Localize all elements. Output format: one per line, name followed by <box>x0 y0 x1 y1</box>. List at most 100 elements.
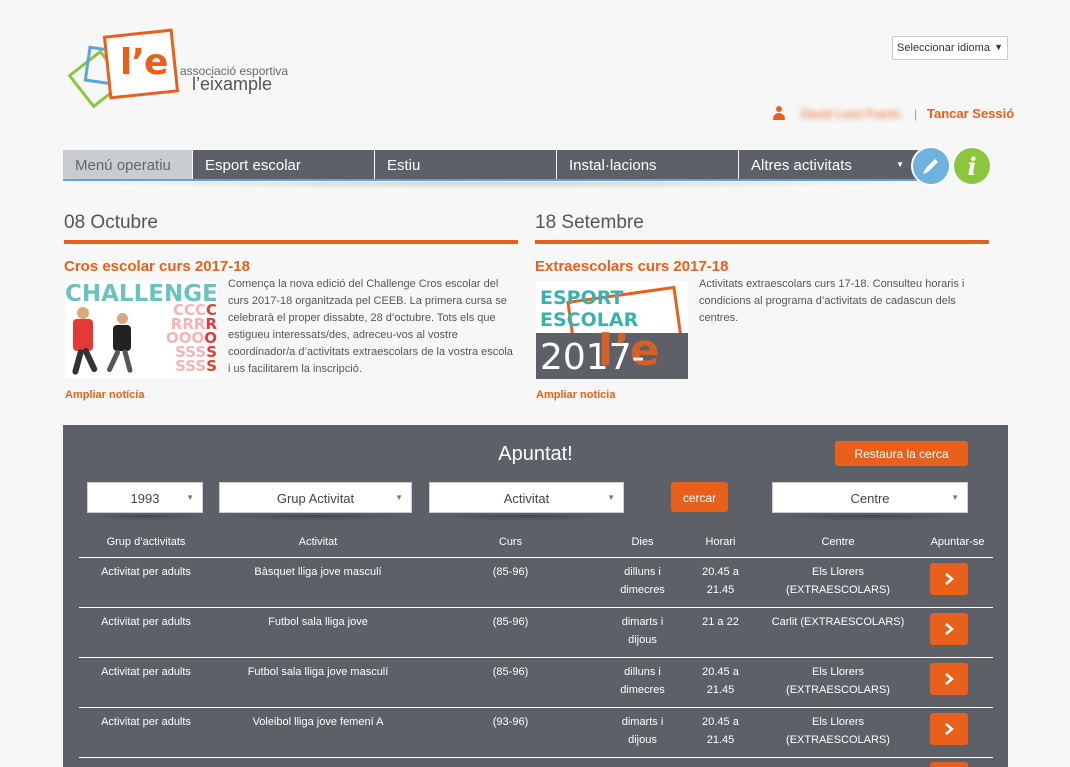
chevron-right-icon <box>945 673 954 685</box>
cell-course: (85-96) <box>492 666 529 678</box>
user-separator: | <box>914 107 918 121</box>
nav-item-esport-escolar[interactable]: Esport escolar <box>193 150 375 179</box>
cell-time: 20.45 a 21.45 <box>702 666 739 696</box>
cell-days: dimarts i dijous <box>621 616 664 646</box>
caret-down-icon: ▼ <box>896 160 904 169</box>
cell-course: (85-96) <box>492 566 529 578</box>
nav-item-estiu[interactable]: Estiu <box>375 150 557 179</box>
cell-activity: Futbol sala lliga jove <box>268 616 368 628</box>
nav-item-label: Menú operatiu <box>75 157 171 174</box>
news-title[interactable]: Cros escolar curs 2017-18 <box>64 258 518 275</box>
table-row: Activitat per adults Bàsquet lliga jove … <box>79 558 993 608</box>
signup-button[interactable] <box>930 762 968 767</box>
activity-select-value: Activitat <box>503 491 550 506</box>
info-button[interactable]: i <box>952 146 992 186</box>
pen-button[interactable] <box>911 146 951 186</box>
year-select[interactable]: 1993 ▼ <box>87 482 203 513</box>
news-image-challenge[interactable]: CHALLENGE CCCC RRRR OOOO SSSS SSSS <box>65 281 217 379</box>
nav-shadow <box>63 182 919 190</box>
nav-item-label: Instal·lacions <box>569 157 657 174</box>
news-date: 18 Setembre <box>535 212 989 244</box>
nav-item-label: Estiu <box>387 157 421 174</box>
header-group: Grup d’activitats <box>106 536 186 548</box>
chevron-right-icon <box>945 623 954 635</box>
table-header: Grup d’activitats Activitat Curs Dies Ho… <box>79 533 993 558</box>
logo-text-line2: l’eixample <box>192 74 273 94</box>
signup-button[interactable] <box>930 563 968 595</box>
user-name: David Luna Puerto <box>801 107 901 121</box>
logo-mark: l’e <box>120 42 168 83</box>
table-row-partial <box>79 758 993 767</box>
cell-centre: Els Llorers (EXTRAESCOLARS) <box>786 566 890 596</box>
header-course: Curs <box>498 536 523 548</box>
caret-down-icon: ▼ <box>395 493 403 502</box>
table-row: Activitat per adults Voleibol lliga jove… <box>79 708 993 758</box>
news-more-link[interactable]: Ampliar notícia <box>536 389 615 401</box>
group-select[interactable]: Grup Activitat ▼ <box>219 482 412 513</box>
table-row: Activitat per adults Futbol sala lliga j… <box>79 608 993 658</box>
centre-select-value: Centre <box>850 491 890 506</box>
language-select-value: Seleccionar idioma <box>897 42 990 54</box>
header-time: Horari <box>705 536 736 548</box>
cell-time: 21 a 22 <box>702 616 739 628</box>
header-days: Dies <box>631 536 654 548</box>
cell-centre: Els Llorers (EXTRAESCOLARS) <box>786 716 890 746</box>
centre-select[interactable]: Centre ▼ <box>772 482 968 513</box>
caret-down-icon: ▼ <box>994 42 1003 52</box>
image-text-1: ESPORT <box>540 287 624 309</box>
nav-item-label: Esport escolar <box>205 157 301 174</box>
cell-course: (85-96) <box>492 616 529 628</box>
chevron-right-icon <box>945 723 954 735</box>
caret-down-icon: ▼ <box>951 493 959 502</box>
info-icon: i <box>967 151 977 181</box>
cell-group: Activitat per adults <box>101 666 191 678</box>
news-item: 18 Setembre Extraescolars curs 2017-18 E… <box>535 212 989 401</box>
user-icon <box>773 106 785 120</box>
activity-select[interactable]: Activitat ▼ <box>429 482 624 513</box>
signup-button[interactable] <box>930 613 968 645</box>
cell-activity: Futbol sala lliga jove masculí <box>247 666 389 678</box>
year-select-value: 1993 <box>130 491 160 506</box>
cell-group: Activitat per adults <box>101 716 191 728</box>
search-button[interactable]: cercar <box>671 482 728 512</box>
reset-search-button[interactable]: Restaura la cerca <box>835 441 968 466</box>
image-year: 2017-18 <box>540 337 645 379</box>
news-text: Comença la nova edició del Challenge Cro… <box>228 278 513 375</box>
news-text: Activitats extraescolars curs 17-18. Con… <box>699 278 965 324</box>
cell-activity: Bàsquet lliga jove masculí <box>254 566 382 578</box>
group-select-value: Grup Activitat <box>276 491 355 506</box>
header-signup: Apuntar-se <box>930 536 985 548</box>
activities-table: Grup d’activitats Activitat Curs Dies Ho… <box>79 533 993 767</box>
table-row: Activitat per adults Futbol sala lliga j… <box>79 658 993 708</box>
pen-icon <box>923 159 938 174</box>
chevron-right-icon <box>945 573 954 585</box>
cell-group: Activitat per adults <box>101 616 191 628</box>
nav-item-installacions[interactable]: Instal·lacions <box>557 150 739 179</box>
news-more-link[interactable]: Ampliar notícia <box>65 389 144 401</box>
news-date: 08 Octubre <box>64 212 518 244</box>
image-pattern: CCCC RRRR OOOO SSSS SSSS <box>165 301 217 375</box>
logout-link[interactable]: Tancar Sessió <box>927 106 1014 121</box>
caret-down-icon: ▼ <box>607 493 615 502</box>
language-select[interactable]: Seleccionar idioma ▼ <box>892 36 1008 60</box>
header-activity: Activitat <box>298 536 338 548</box>
news-image-esport-escolar[interactable]: ESPORT ESCOLAR l’e 2017-18 <box>536 281 688 379</box>
cell-days: dilluns i dimecres <box>620 666 665 696</box>
logo[interactable]: l’e associació esportiva l’eixample <box>67 28 308 112</box>
cell-centre: Els Llorers (EXTRAESCOLARS) <box>786 666 890 696</box>
cell-group: Activitat per adults <box>101 566 191 578</box>
nav-item-altres-activitats[interactable]: Altres activitats ▼ <box>739 150 919 179</box>
cell-time: 20.45 a 21.45 <box>702 716 739 746</box>
cell-course: (93-96) <box>492 716 529 728</box>
cell-centre: Carlit (EXTRAESCOLARS) <box>771 616 905 628</box>
header-centre: Centre <box>821 536 855 548</box>
main-nav: Menú operatiu Esport escolar Estiu Insta… <box>63 150 919 181</box>
news-title[interactable]: Extraescolars curs 2017-18 <box>535 258 989 275</box>
cell-days: dimarts i dijous <box>621 716 664 746</box>
signup-panel: Apuntat! Restaura la cerca 1993 ▼ Grup Ac… <box>63 425 1008 767</box>
signup-button[interactable] <box>930 663 968 695</box>
nav-item-menu-operatiu[interactable]: Menú operatiu <box>63 150 193 179</box>
nav-item-label: Altres activitats <box>751 157 852 174</box>
signup-button[interactable] <box>930 713 968 745</box>
news-item: 08 Octubre Cros escolar curs 2017-18 CHA… <box>64 212 518 401</box>
